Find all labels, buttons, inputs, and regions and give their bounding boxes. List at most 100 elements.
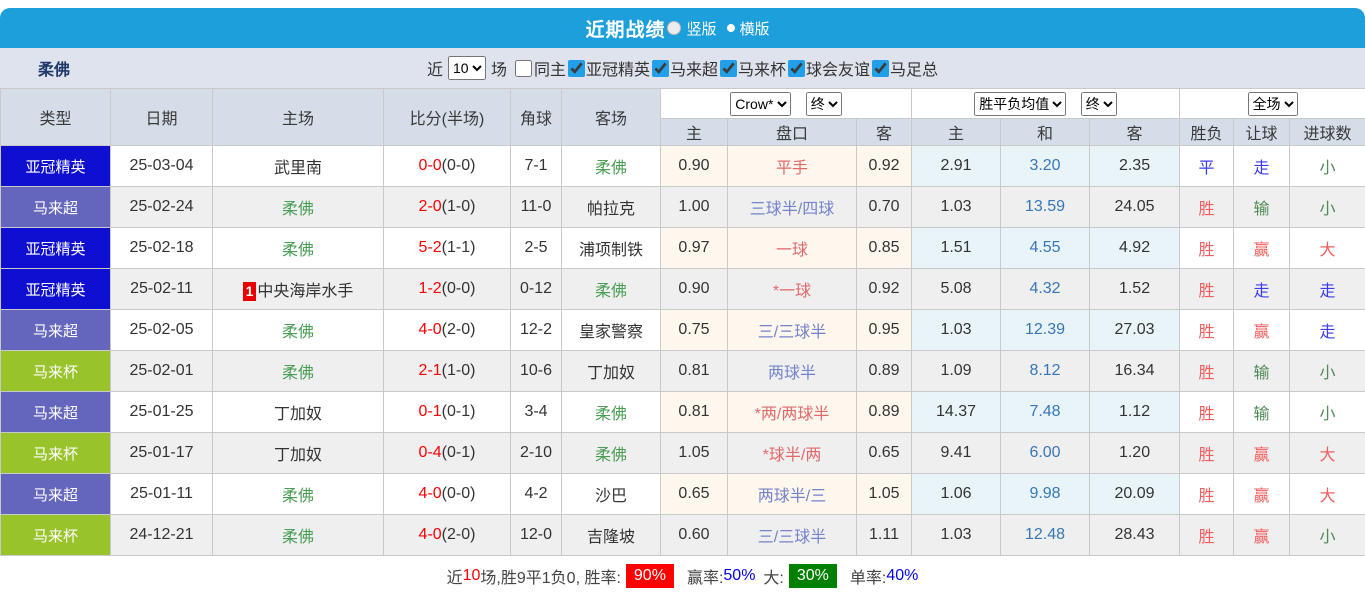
team-name: 柔佛 bbox=[38, 56, 70, 80]
home-odds-cell: 1.00 bbox=[661, 187, 728, 228]
home-team-cell: 1中央海岸水手 bbox=[213, 269, 384, 310]
radio-horizontal-label[interactable]: 横版 bbox=[740, 18, 770, 39]
away-team-cell: 皇家警察 bbox=[562, 310, 661, 351]
away-team-cell: 柔佛 bbox=[562, 392, 661, 433]
league-checkbox-1[interactable] bbox=[652, 60, 669, 77]
col-header-odds-home: 主 bbox=[661, 119, 728, 146]
avg-home-cell: 5.08 bbox=[912, 269, 1001, 310]
summary-prefix: 近 bbox=[447, 564, 463, 588]
goals-result-cell: 小 bbox=[1290, 146, 1365, 187]
away-odds-cell: 0.92 bbox=[857, 269, 912, 310]
home-team-cell: 柔佛 bbox=[213, 228, 384, 269]
scope-select[interactable]: 全场 bbox=[1248, 92, 1298, 116]
corner-cell: 2-10 bbox=[511, 433, 562, 474]
avg-away-cell: 1.52 bbox=[1090, 269, 1180, 310]
date-cell: 25-03-04 bbox=[111, 146, 213, 187]
away-odds-cell: 0.65 bbox=[857, 433, 912, 474]
home-odds-cell: 1.05 bbox=[661, 433, 728, 474]
avg-home-cell: 9.41 bbox=[912, 433, 1001, 474]
home-team-cell: 丁加奴 bbox=[213, 392, 384, 433]
goals-result-cell: 小 bbox=[1290, 392, 1365, 433]
away-team-cell: 吉隆坡 bbox=[562, 515, 661, 556]
goals-result-cell: 小 bbox=[1290, 351, 1365, 392]
odds-time-select[interactable]: 终 bbox=[806, 92, 842, 116]
league-checkbox-3[interactable] bbox=[788, 60, 805, 77]
table-row: 亚冠精英25-03-04武里南0-0(0-0)7-1柔佛0.90平手0.922.… bbox=[1, 146, 1365, 187]
handicap-cell: 一球 bbox=[728, 228, 857, 269]
col-header-handicap-result: 让球 bbox=[1234, 119, 1290, 146]
odds-source-select[interactable]: Crow* bbox=[730, 92, 791, 116]
handicap-result-cell: 赢 bbox=[1234, 228, 1290, 269]
wdl-source-select[interactable]: 胜平负均值 bbox=[974, 92, 1066, 116]
radio-horizontal[interactable] bbox=[727, 24, 735, 32]
result-cell: 胜 bbox=[1180, 433, 1234, 474]
wdl-time-select[interactable]: 终 bbox=[1081, 92, 1117, 116]
table-row: 马来超25-01-11柔佛4-0(0-0)4-2沙巴0.65两球半/三1.051… bbox=[1, 474, 1365, 515]
table-row: 马来杯25-02-01柔佛2-1(1-0)10-6丁加奴0.81两球半0.891… bbox=[1, 351, 1365, 392]
type-cell: 马来超 bbox=[1, 310, 111, 351]
avg-away-cell: 24.05 bbox=[1090, 187, 1180, 228]
league-checkbox-2[interactable] bbox=[720, 60, 737, 77]
handicap-result-cell: 输 bbox=[1234, 392, 1290, 433]
col-header-home: 主场 bbox=[213, 89, 384, 146]
recent-suffix-label: 场 bbox=[491, 56, 507, 80]
away-odds-cell: 1.05 bbox=[857, 474, 912, 515]
goals-result-cell: 走 bbox=[1290, 310, 1365, 351]
title-bar: 近期战绩 竖版 横版 bbox=[0, 8, 1365, 48]
avg-draw-cell: 9.98 bbox=[1001, 474, 1090, 515]
result-cell: 胜 bbox=[1180, 187, 1234, 228]
home-odds-cell: 0.65 bbox=[661, 474, 728, 515]
col-header-away: 客场 bbox=[562, 89, 661, 146]
rank-badge: 1 bbox=[243, 282, 257, 301]
result-cell: 胜 bbox=[1180, 269, 1234, 310]
corner-cell: 11-0 bbox=[511, 187, 562, 228]
away-team-cell: 柔佛 bbox=[562, 269, 661, 310]
goals-result-cell: 走 bbox=[1290, 269, 1365, 310]
result-cell: 胜 bbox=[1180, 392, 1234, 433]
avg-home-cell: 1.03 bbox=[912, 515, 1001, 556]
league-label-0: 亚冠精英 bbox=[586, 56, 650, 80]
goals-result-cell: 大 bbox=[1290, 228, 1365, 269]
result-cell: 胜 bbox=[1180, 228, 1234, 269]
summary-middle: 场,胜9平1负0, 胜率: bbox=[480, 564, 620, 588]
big-rate-badge: 30% bbox=[789, 564, 837, 588]
corner-cell: 10-6 bbox=[511, 351, 562, 392]
score-cell: 0-0(0-0) bbox=[384, 146, 511, 187]
avg-home-cell: 1.06 bbox=[912, 474, 1001, 515]
home-odds-cell: 0.90 bbox=[661, 146, 728, 187]
result-cell: 胜 bbox=[1180, 351, 1234, 392]
avg-away-cell: 4.92 bbox=[1090, 228, 1180, 269]
date-cell: 25-02-11 bbox=[111, 269, 213, 310]
league-checkbox-0[interactable] bbox=[568, 60, 585, 77]
away-odds-cell: 0.70 bbox=[857, 187, 912, 228]
home-odds-cell: 0.75 bbox=[661, 310, 728, 351]
summary-count: 10 bbox=[463, 567, 481, 585]
handicap-result-cell: 赢 bbox=[1234, 474, 1290, 515]
table-row: 马来杯24-12-21柔佛4-0(2-0)12-0吉隆坡0.60三/三球半1.1… bbox=[1, 515, 1365, 556]
handicap-result-cell: 输 bbox=[1234, 187, 1290, 228]
away-odds-cell: 1.11 bbox=[857, 515, 912, 556]
home-team-cell: 柔佛 bbox=[213, 351, 384, 392]
radio-vertical-label[interactable]: 竖版 bbox=[686, 18, 716, 39]
score-cell: 0-4(0-1) bbox=[384, 433, 511, 474]
handicap-result-cell: 赢 bbox=[1234, 433, 1290, 474]
handicap-result-cell: 赢 bbox=[1234, 515, 1290, 556]
handicap-cell: 两球半/三 bbox=[728, 474, 857, 515]
away-team-cell: 浦项制铁 bbox=[562, 228, 661, 269]
handicap-cell: 三/三球半 bbox=[728, 310, 857, 351]
home-team-cell: 柔佛 bbox=[213, 515, 384, 556]
score-cell: 4-0(0-0) bbox=[384, 474, 511, 515]
type-cell: 马来超 bbox=[1, 392, 111, 433]
handicap-cell: 两球半 bbox=[728, 351, 857, 392]
handicap-cell: 三球半/四球 bbox=[728, 187, 857, 228]
home-odds-cell: 0.97 bbox=[661, 228, 728, 269]
date-cell: 25-02-24 bbox=[111, 187, 213, 228]
corner-cell: 12-2 bbox=[511, 310, 562, 351]
same-home-checkbox[interactable] bbox=[515, 60, 532, 77]
date-cell: 25-02-01 bbox=[111, 351, 213, 392]
league-checkbox-4[interactable] bbox=[872, 60, 889, 77]
radio-vertical[interactable] bbox=[667, 21, 681, 35]
recent-count-select[interactable]: 10 bbox=[448, 56, 486, 80]
score-cell: 2-1(1-0) bbox=[384, 351, 511, 392]
home-odds-cell: 0.90 bbox=[661, 269, 728, 310]
